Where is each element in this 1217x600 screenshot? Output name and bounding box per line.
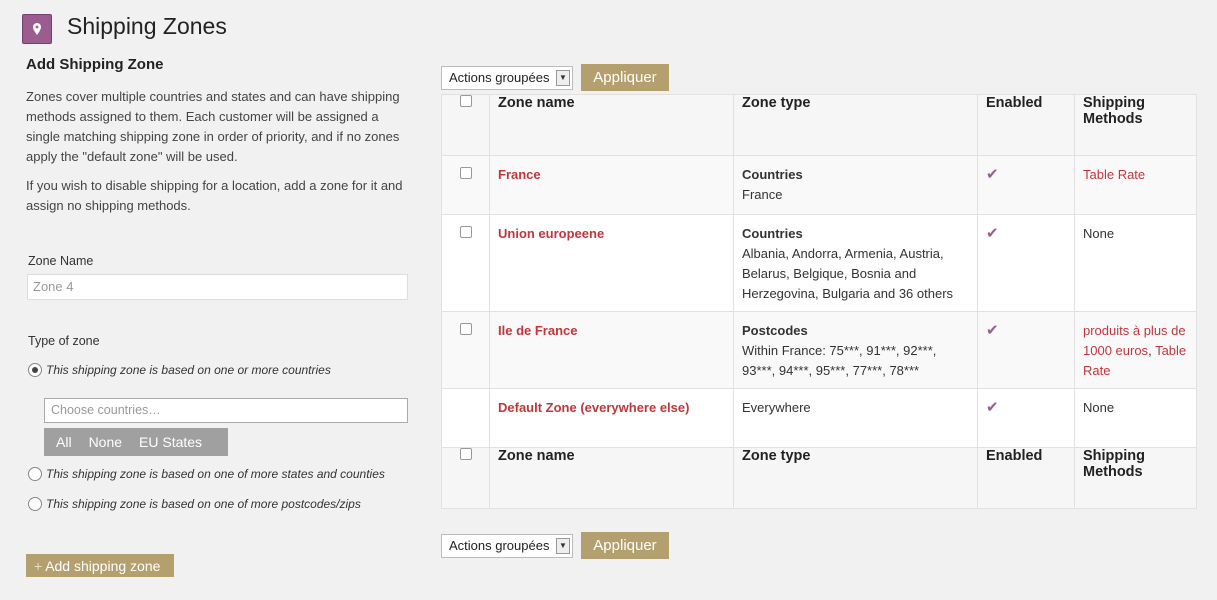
table-footer: Zone name Zone type Enabled Shipping Met… [441,447,1197,509]
add-zone-panel: Add Shipping Zone Zones cover multiple c… [26,56,410,216]
zone-description: Zones cover multiple countries and state… [26,89,400,164]
plus-icon: + [34,557,43,574]
quick-select-buttons: All None EU States [44,428,228,456]
zone-link-france[interactable]: France [498,167,541,182]
zone-type-detail: France [742,187,783,202]
col-shipping-methods: Shipping Methods [1074,447,1197,509]
zone-name-input[interactable]: Zone 4 [27,274,408,300]
bulk-actions-select[interactable]: Actions groupées ▼ [441,65,573,90]
enabled-check-icon[interactable]: ✔ [986,166,999,183]
zone-type-detail: Albania, Andorra, Armenia, Austria, Bela… [742,246,954,301]
zone-link-default[interactable]: Default Zone (everywhere else) [498,400,689,415]
add-zone-heading: Add Shipping Zone [26,56,164,73]
col-enabled: Enabled [977,447,1075,509]
select-none-button[interactable]: None [89,434,122,450]
add-shipping-zone-label: Add shipping zone [45,557,161,574]
col-enabled: Enabled [977,94,1075,156]
disable-description: If you wish to disable shipping for a lo… [26,178,403,213]
radio-postcodes-label: This shipping zone is based on one of mo… [46,497,361,511]
bulk-actions-select[interactable]: Actions groupées ▼ [441,533,573,558]
bulk-actions-top: Actions groupées ▼ Appliquer [441,64,669,91]
method-none: None [1083,226,1115,241]
page-header: Shipping Zones [22,8,227,44]
bulk-actions-label: Actions groupées [449,538,550,553]
zone-type-label: Type of zone [28,334,100,348]
enabled-check-icon[interactable]: ✔ [986,399,999,416]
countries-input[interactable]: Choose countries… [44,398,408,423]
bulk-actions-bottom: Actions groupées ▼ Appliquer [441,532,669,559]
zone-link-union-europeene[interactable]: Union europeene [498,226,604,241]
bulk-actions-label: Actions groupées [449,70,550,85]
row-checkbox[interactable] [459,226,472,238]
enabled-check-icon[interactable]: ✔ [986,322,999,339]
table-row: Union europeene Countries Albania, Andor… [441,214,1197,312]
row-checkbox[interactable] [459,323,472,335]
radio-states-label: This shipping zone is based on one of mo… [46,467,385,481]
col-zone-type: Zone type [733,447,978,509]
radio-states[interactable] [28,467,42,481]
table-header: Zone name Zone type Enabled Shipping Met… [441,94,1197,156]
apply-button[interactable]: Appliquer [581,532,669,559]
select-all-checkbox[interactable] [459,448,472,460]
page-title: Shipping Zones [67,13,227,39]
select-all-checkbox[interactable] [459,95,472,107]
dropdown-arrow-icon: ▼ [556,69,570,86]
zone-type-title: Countries [742,167,803,182]
table-row: Default Zone (everywhere else) Everywher… [441,388,1197,448]
zone-type-title: Countries [742,226,803,241]
method-none: None [1083,400,1115,415]
col-shipping-methods: Shipping Methods [1074,94,1197,156]
radio-postcodes[interactable] [28,497,42,511]
method-link[interactable]: Table Rate [1083,167,1145,182]
add-shipping-zone-button[interactable]: + Add shipping zone [26,554,174,577]
zone-type-detail: Everywhere [742,400,811,415]
zone-type-countries[interactable]: This shipping zone is based on one or mo… [28,363,331,377]
radio-countries-label: This shipping zone is based on one or mo… [46,363,331,377]
zone-name-label: Zone Name [28,254,94,268]
zone-type-states[interactable]: This shipping zone is based on one of mo… [28,467,385,481]
select-all-button[interactable]: All [56,434,72,450]
dropdown-arrow-icon: ▼ [556,537,570,554]
map-pin-icon [22,14,52,44]
radio-countries[interactable] [28,363,42,377]
table-row: France Countries France ✔ Table Rate [441,155,1197,215]
zone-type-detail: Within France: 75***, 91***, 92***, 93**… [742,343,937,378]
zone-type-postcodes[interactable]: This shipping zone is based on one of mo… [28,497,361,511]
col-zone-name[interactable]: Zone name [489,94,734,156]
zone-type-title: Postcodes [742,323,808,338]
enabled-check-icon[interactable]: ✔ [986,225,999,242]
apply-button[interactable]: Appliquer [581,64,669,91]
table-row: Ile de France Postcodes Within France: 7… [441,311,1197,389]
row-checkbox[interactable] [459,167,472,179]
zone-link-ile-de-france[interactable]: Ile de France [498,323,577,338]
col-zone-type: Zone type [733,94,978,156]
select-eu-states-button[interactable]: EU States [139,434,202,450]
col-zone-name[interactable]: Zone name [489,447,734,509]
zones-table: Zone name Zone type Enabled Shipping Met… [441,94,1197,509]
